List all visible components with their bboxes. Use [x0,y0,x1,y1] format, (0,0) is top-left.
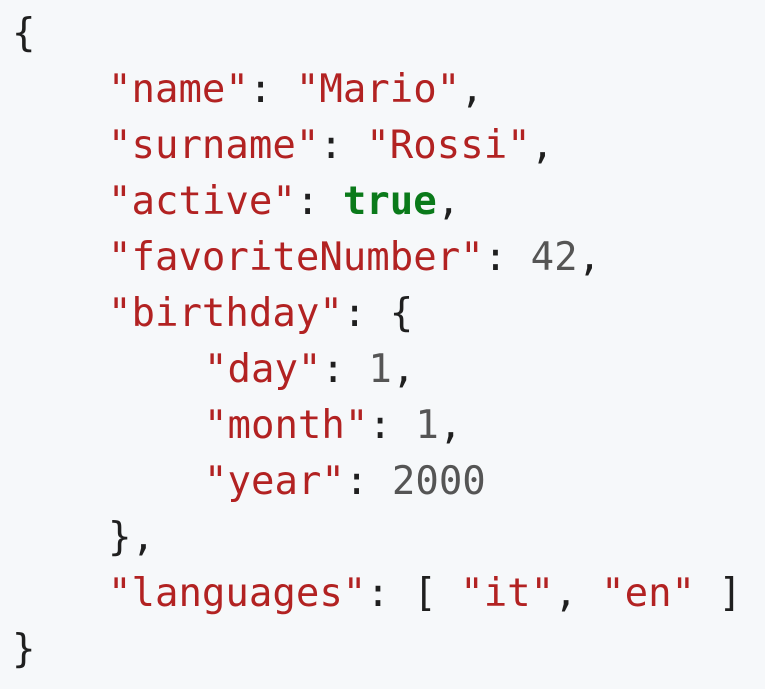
colon: : [319,123,367,168]
line-year: "year": 2000 [12,454,742,510]
comma: , [436,179,461,224]
line-open-brace: { [12,6,742,62]
comma: , [577,235,602,280]
value-year: 2000 [391,459,486,504]
language-item: "it" [460,571,555,616]
line-birthday-close: }, [12,510,742,566]
open-brace: { [12,11,36,56]
value-active: true [342,179,437,224]
line-favorite-number: "favoriteNumber": 42, [12,230,742,286]
value-day: 1 [368,347,392,392]
key-year: "year" [204,459,345,504]
json-code-block: {"name": "Mario", "surname": "Rossi", "act… [12,6,742,678]
value-favorite-number: 42 [530,235,578,280]
value-month: 1 [415,403,439,448]
colon: : [368,403,416,448]
comma: , [530,123,555,168]
languages-close-bracket: ] [695,571,743,616]
colon: : [248,67,296,112]
colon: : [344,459,392,504]
key-name: "name" [108,67,249,112]
line-close-brace: } [12,622,742,678]
languages-open-bracket: [ [413,571,461,616]
colon: : [483,235,531,280]
key-day: "day" [204,347,322,392]
key-languages: "languages" [108,571,367,616]
key-active: "active" [108,179,296,224]
language-item: "en" [601,571,696,616]
birthday-open-brace: { [389,291,414,336]
comma: , [391,347,416,392]
colon: : [295,179,343,224]
close-brace: } [12,627,36,672]
value-name: "Mario" [295,67,461,112]
line-name: "name": "Mario", [12,62,742,118]
key-month: "month" [204,403,369,448]
comma: , [438,403,463,448]
comma: , [460,67,484,112]
line-active: "active": true, [12,174,742,230]
key-favorite-number: "favoriteNumber" [108,235,484,280]
languages-separator: , [554,571,602,616]
line-surname: "surname": "Rossi", [12,118,742,174]
colon: : [342,291,390,336]
line-languages: "languages": [ "it", "en" ] [12,566,742,622]
line-day: "day": 1, [12,342,742,398]
line-month: "month": 1, [12,398,742,454]
birthday-close-brace: }, [108,515,155,560]
colon: : [366,571,414,616]
line-birthday: "birthday": { [12,286,742,342]
colon: : [321,347,369,392]
key-birthday: "birthday" [108,291,343,336]
key-surname: "surname" [108,123,320,168]
value-surname: "Rossi" [366,123,531,168]
